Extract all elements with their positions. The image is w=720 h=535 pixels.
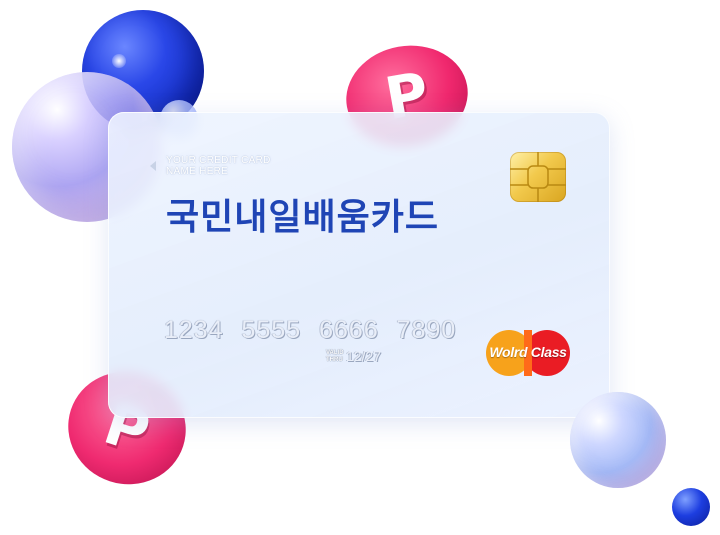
credit-card: YOUR CREDIT CARD NAME HERE 국민내일배움카드 1234… (108, 112, 610, 418)
valid-thru-label: VALID THRU (326, 350, 344, 364)
card-number: 1234 5555 6666 7890 (164, 316, 457, 344)
promo-illustration: P P YOUR CREDIT CARD NAME HERE 국민내일배움카드 (0, 0, 720, 535)
arrow-left-icon (150, 161, 156, 171)
card-title: 국민내일배움카드 (166, 197, 439, 238)
holder-line-1: YOUR CREDIT CARD (166, 155, 271, 166)
valid-line-2: THRU (326, 357, 343, 363)
small-blue-sphere (672, 488, 710, 526)
chip-icon (510, 152, 566, 202)
expiry-date: 12/27 (346, 348, 382, 364)
card-holder-name: YOUR CREDIT CARD NAME HERE (150, 155, 271, 177)
valid-line-1: VALID (326, 350, 344, 356)
holder-line-2: NAME HERE (166, 166, 229, 177)
glass-bubble-right (570, 392, 666, 488)
brand-label: Wolrd Class (489, 344, 567, 360)
card-brand-logo: Wolrd Class (486, 330, 570, 376)
